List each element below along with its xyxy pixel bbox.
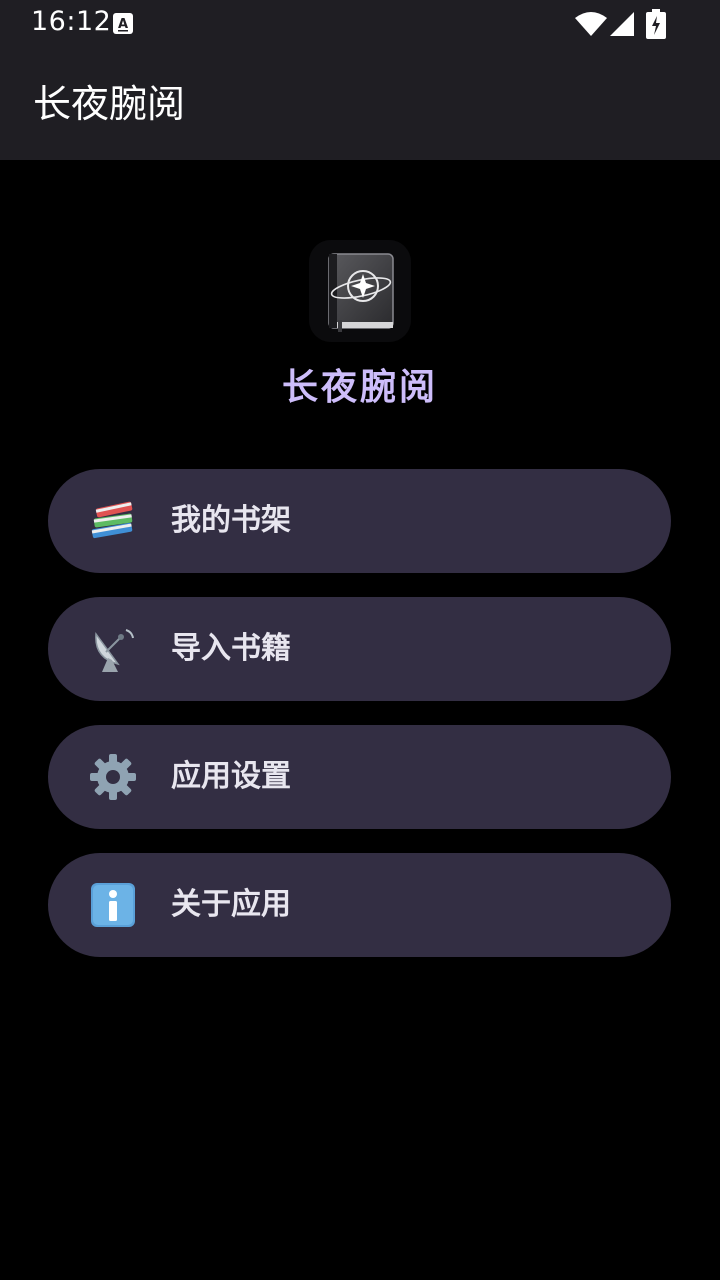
notification-a-icon: A xyxy=(113,13,133,34)
app-bar: 长夜腕阅 xyxy=(0,48,720,160)
wifi-icon xyxy=(575,12,607,36)
battery-charging-icon xyxy=(646,9,666,39)
status-bar: 16:12 A xyxy=(0,0,720,48)
status-time: 16:12 xyxy=(31,6,112,37)
my-bookshelf-button[interactable]: 我的书架 xyxy=(48,469,671,573)
signal-icon xyxy=(610,12,634,36)
books-icon xyxy=(91,501,133,539)
app-bar-title: 长夜腕阅 xyxy=(33,82,186,126)
info-icon xyxy=(91,883,135,927)
app-settings-label: 应用设置 xyxy=(171,759,291,794)
gear-icon xyxy=(90,754,136,800)
book-planet-icon xyxy=(309,240,411,342)
import-books-button[interactable]: 导入书籍 xyxy=(48,597,671,701)
about-app-label: 关于应用 xyxy=(171,887,291,922)
satellite-antenna-icon xyxy=(95,629,134,672)
about-app-button[interactable]: 关于应用 xyxy=(48,853,671,957)
app-logo xyxy=(309,240,411,342)
import-books-label: 导入书籍 xyxy=(171,631,291,666)
svg-text:A: A xyxy=(118,17,128,32)
app-name: 长夜腕阅 xyxy=(281,367,438,408)
app-settings-button[interactable]: 应用设置 xyxy=(48,725,671,829)
my-bookshelf-label: 我的书架 xyxy=(171,503,291,538)
